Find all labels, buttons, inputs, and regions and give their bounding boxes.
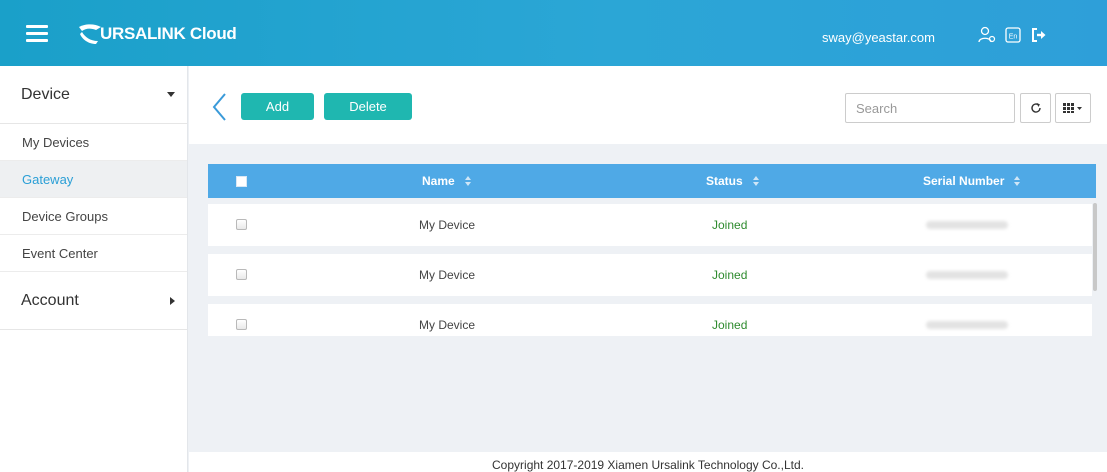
sidebar-group-account[interactable]: Account	[0, 272, 187, 330]
row-checkbox[interactable]	[236, 219, 247, 230]
column-label: Name	[422, 174, 455, 188]
sidebar-item-label: Gateway	[22, 171, 74, 187]
menu-icon[interactable]	[26, 25, 48, 43]
device-name: My Device	[419, 318, 476, 332]
column-header-name[interactable]: Name	[422, 164, 472, 198]
table-header: Name Status Serial Number	[208, 164, 1096, 198]
sidebar-item-event-center[interactable]: Event Center	[0, 235, 187, 272]
sidebar-item-device-groups[interactable]: Device Groups	[0, 198, 187, 235]
sort-icon	[1014, 175, 1021, 187]
refresh-button[interactable]	[1020, 93, 1051, 123]
sidebar-group-label: Account	[21, 291, 79, 309]
table-scrollbar[interactable]	[1093, 203, 1097, 291]
columns-toggle-button[interactable]	[1055, 93, 1091, 123]
serial-number-redacted	[926, 221, 1008, 229]
column-label: Serial Number	[923, 174, 1005, 188]
chevron-down-icon	[167, 92, 175, 97]
sort-icon	[464, 175, 472, 187]
table-row[interactable]: My Device Joined	[208, 254, 1092, 296]
device-status: Joined	[712, 268, 748, 282]
device-name: My Device	[419, 218, 476, 232]
table-row[interactable]: My Device Joined	[208, 204, 1092, 246]
sidebar-item-label: My Devices	[22, 134, 90, 150]
top-header: URSALINK Cloud sway@yeastar.com En	[0, 0, 1107, 66]
serial-number-redacted	[926, 271, 1008, 279]
chevron-right-icon	[170, 296, 175, 305]
serial-number-redacted	[926, 321, 1008, 329]
logo: URSALINK Cloud	[76, 22, 237, 46]
sidebar-group-label: Device	[21, 85, 70, 103]
sidebar-group-device[interactable]: Device	[0, 66, 187, 124]
row-checkbox[interactable]	[236, 319, 247, 330]
user-settings-icon[interactable]	[978, 26, 996, 44]
table-row[interactable]: My Device Joined	[208, 304, 1092, 336]
logout-icon[interactable]	[1030, 26, 1048, 44]
refresh-icon	[1030, 103, 1041, 113]
delete-button[interactable]: Delete	[324, 93, 412, 120]
back-arrow-icon[interactable]	[210, 92, 228, 122]
search-input[interactable]	[845, 93, 1015, 123]
sidebar-item-my-devices[interactable]: My Devices	[0, 124, 187, 161]
logo-text: URSALINK Cloud	[100, 24, 237, 43]
sort-icon	[752, 175, 760, 187]
footer-copyright: Copyright 2017-2019 Xiamen Ursalink Tech…	[189, 452, 1107, 472]
user-email[interactable]: sway@yeastar.com	[822, 30, 935, 45]
toolbar: Add Delete	[189, 66, 1107, 144]
sidebar-item-gateway[interactable]: Gateway	[0, 161, 187, 198]
device-status: Joined	[712, 318, 748, 332]
select-all-checkbox[interactable]	[236, 176, 247, 187]
device-status: Joined	[712, 218, 748, 232]
column-header-status[interactable]: Status	[706, 164, 760, 198]
sidebar-item-label: Event Center	[22, 245, 98, 261]
sidebar-item-label: Device Groups	[22, 208, 108, 224]
add-button[interactable]: Add	[241, 93, 314, 120]
svg-text:En: En	[1009, 34, 1018, 41]
row-checkbox[interactable]	[236, 269, 247, 280]
column-header-serial-number[interactable]: Serial Number	[923, 164, 1021, 198]
device-name: My Device	[419, 268, 476, 282]
column-label: Status	[706, 174, 743, 188]
grid-columns-icon	[1063, 103, 1082, 113]
language-en-icon[interactable]: En	[1004, 26, 1022, 44]
sidebar: Device My Devices Gateway Device Groups …	[0, 66, 188, 472]
